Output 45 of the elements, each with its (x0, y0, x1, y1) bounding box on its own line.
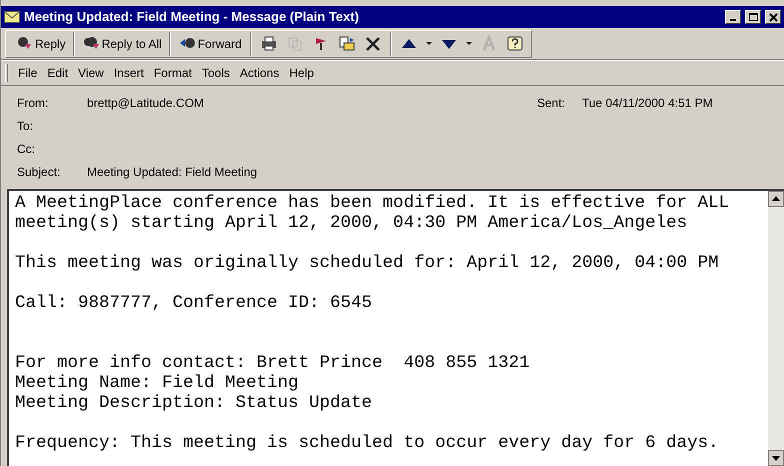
envelope-icon (4, 11, 20, 23)
menu-item[interactable]: Edit (47, 64, 68, 82)
window-title: Meeting Updated: Field Meeting - Message (Plain Text) (24, 8, 360, 26)
printer-icon (260, 34, 278, 52)
caret-icon (466, 42, 472, 45)
maximize-icon (746, 11, 760, 23)
scroll-down-icon[interactable] (768, 450, 784, 466)
copy-icon (286, 34, 304, 52)
menu-item[interactable]: View (78, 64, 104, 82)
menu-item[interactable]: File (18, 64, 38, 82)
to-label: To: (17, 118, 34, 135)
body-text-line: Meeting Name: Field Meeting (15, 373, 300, 393)
body-text-line: meeting(s) starting April 12, 2000, 04:30 PM America/Los_Angeles (15, 213, 688, 233)
minimize-icon (730, 19, 736, 21)
sent-date: Tue 04/11/2000 4:51 PM (582, 95, 714, 112)
delete-icon (364, 34, 382, 52)
body-text-line: Meeting Description: Status Update (15, 393, 374, 413)
subject-text: Meeting Updated: Field Meeting (87, 164, 258, 181)
forward-button[interactable]: Forward (174, 32, 245, 56)
menu-item[interactable]: Insert (114, 64, 144, 82)
body-text-line: Call: 9887777, Conference ID: 6545 (15, 293, 374, 313)
minimize-button[interactable] (725, 10, 741, 24)
replyall-button[interactable]: Reply to All (78, 32, 165, 56)
caret-icon (426, 42, 432, 45)
close-icon (766, 11, 780, 23)
folder-icon (338, 34, 356, 52)
body-text-line: Frequency: This meeting is scheduled to occur every day for 6 days. (15, 433, 720, 453)
reply-button[interactable]: Reply (12, 32, 69, 56)
menu-item[interactable]: Format (154, 64, 192, 82)
cc-label: Cc: (17, 141, 36, 158)
body-text-line: For more info contact: Brett Prince 408 855 1321 (15, 353, 531, 373)
sender-address: brettp@Latitude.COM (87, 95, 205, 112)
menu-item[interactable]: Actions (240, 64, 280, 82)
scrollbar[interactable] (768, 191, 784, 466)
sent-label: Sent: (537, 95, 566, 112)
subject-label: Subject: (17, 164, 62, 181)
scroll-up-icon[interactable] (768, 191, 784, 207)
menu-item[interactable]: Help (289, 64, 314, 82)
body-text-line: This meeting was originally scheduled for: April 12, 2000, 04:00 PM (15, 253, 720, 273)
close-button[interactable] (765, 10, 781, 24)
menu-item[interactable]: Tools (202, 64, 230, 82)
body-text-line: A MeetingPlace conference has been modified. It is effective for ALL (15, 193, 730, 213)
help-icon (506, 34, 524, 52)
from-label: From: (17, 95, 50, 112)
maximize-button[interactable] (745, 10, 761, 24)
